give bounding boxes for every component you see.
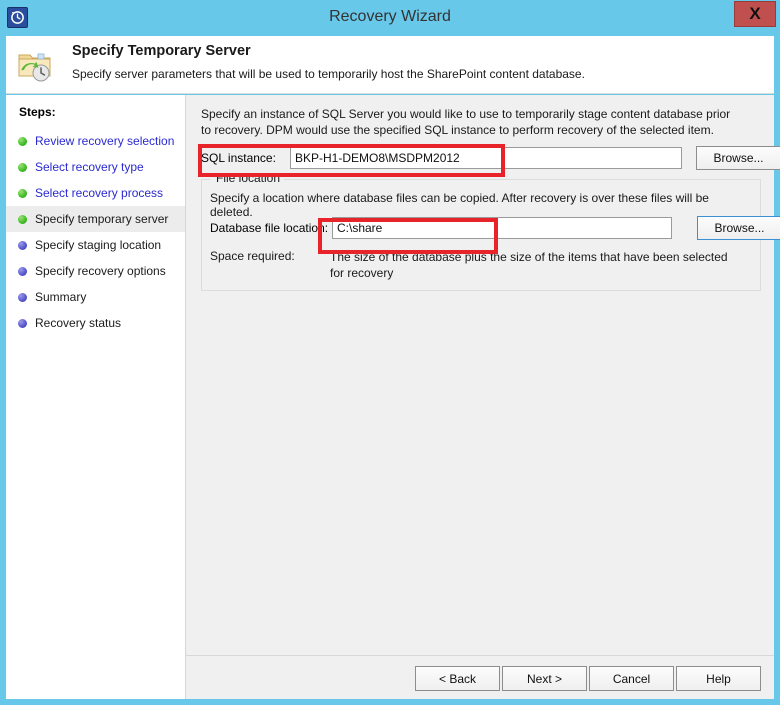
step-bullet-icon	[18, 189, 27, 198]
step-label: Specify recovery options	[35, 264, 166, 278]
cancel-button[interactable]: Cancel	[589, 666, 674, 691]
intro-description: Specify an instance of SQL Server you wo…	[201, 107, 731, 137]
database-file-location-label: Database file location:	[210, 221, 329, 235]
file-location-description: Specify a location where database files …	[210, 191, 709, 219]
step-label: Select recovery type	[35, 160, 144, 174]
step-bullet-icon	[18, 241, 27, 250]
step-label: Select recovery process	[35, 186, 164, 200]
page-subtitle: Specify server parameters that will be u…	[72, 67, 585, 81]
space-required-label: Space required:	[210, 249, 295, 263]
steps-sidebar: Steps: Review recovery selection Select …	[6, 95, 186, 699]
database-file-location-input[interactable]	[332, 217, 672, 239]
main-content: Specify an instance of SQL Server you wo…	[186, 95, 780, 655]
next-button[interactable]: Next >	[502, 666, 587, 691]
sidebar-item-specify-staging-location[interactable]: Specify staging location	[6, 232, 185, 258]
file-location-legend: File location	[212, 171, 285, 185]
sidebar-item-specify-recovery-options[interactable]: Specify recovery options	[6, 258, 185, 284]
sql-instance-browse-button[interactable]: Browse...	[696, 146, 780, 170]
steps-heading: Steps:	[19, 105, 56, 119]
step-bullet-icon	[18, 163, 27, 172]
step-label: Specify temporary server	[35, 212, 169, 226]
sql-instance-label: SQL instance:	[201, 151, 276, 165]
step-bullet-icon	[18, 137, 27, 146]
sidebar-item-summary[interactable]: Summary	[6, 284, 185, 310]
sidebar-item-select-recovery-process[interactable]: Select recovery process	[6, 180, 185, 206]
sidebar-item-specify-temporary-server[interactable]: Specify temporary server	[6, 206, 185, 232]
wizard-footer: < Back Next > Cancel Help	[186, 655, 774, 699]
database-file-location-browse-button[interactable]: Browse...	[697, 216, 780, 240]
space-required-value: The size of the database plus the size o…	[330, 250, 728, 280]
folder-restore-icon	[16, 46, 56, 86]
recovery-wizard-window: Recovery Wizard X Specify Temporary Serv…	[0, 0, 780, 705]
title-bar: Recovery Wizard X	[0, 0, 780, 36]
sql-instance-row: SQL instance: Browse...	[201, 146, 780, 170]
sql-instance-input[interactable]	[290, 147, 682, 169]
group-border-right	[276, 179, 760, 180]
help-button[interactable]: Help	[676, 666, 761, 691]
step-label: Review recovery selection	[35, 134, 175, 148]
step-bullet-icon	[18, 293, 27, 302]
window-title: Recovery Wizard	[329, 8, 451, 25]
step-label: Recovery status	[35, 316, 122, 330]
file-location-group: File location Specify a location where d…	[201, 171, 780, 291]
step-bullet-icon	[18, 319, 27, 328]
sidebar-item-select-recovery-type[interactable]: Select recovery type	[6, 154, 185, 180]
step-label: Summary	[35, 290, 87, 304]
sidebar-item-recovery-status[interactable]: Recovery status	[6, 310, 185, 336]
page-title: Specify Temporary Server	[72, 43, 251, 59]
step-label: Specify staging location	[35, 238, 162, 252]
close-button[interactable]: X	[734, 1, 776, 27]
sidebar-item-review-recovery-selection[interactable]: Review recovery selection	[6, 128, 185, 154]
back-button[interactable]: < Back	[415, 666, 500, 691]
steps-list: Review recovery selection Select recover…	[6, 128, 185, 336]
step-bullet-icon	[18, 267, 27, 276]
database-file-location-row: Database file location: Browse...	[210, 216, 780, 240]
wizard-header: Specify Temporary Server Specify server …	[6, 36, 774, 94]
group-border-left	[202, 179, 210, 180]
step-bullet-icon	[18, 215, 27, 224]
